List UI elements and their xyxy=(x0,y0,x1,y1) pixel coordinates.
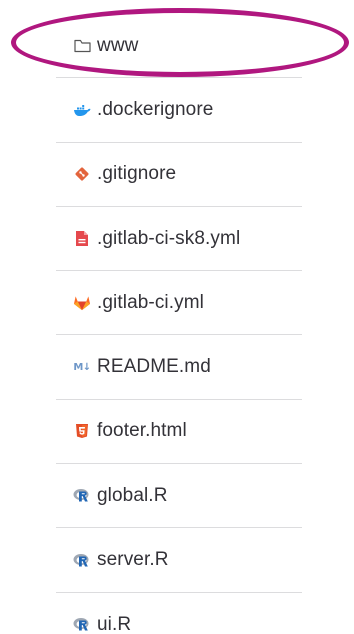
file-row-ui-r[interactable]: ui.R xyxy=(56,593,302,634)
file-row-gitlab-ci[interactable]: .gitlab-ci.yml xyxy=(56,271,302,336)
git-icon xyxy=(73,165,91,183)
file-name: README.md xyxy=(97,356,211,378)
docker-icon xyxy=(73,101,91,119)
file-row-footer-html[interactable]: footer.html xyxy=(56,400,302,465)
file-row-global-r[interactable]: global.R xyxy=(56,464,302,529)
markdown-icon: M↓ xyxy=(73,361,91,373)
file-name: www xyxy=(97,34,139,56)
gitlab-icon xyxy=(73,294,91,312)
file-name: .dockerignore xyxy=(97,98,214,120)
r-language-icon xyxy=(73,487,91,505)
file-row-dockerignore[interactable]: .dockerignore xyxy=(56,78,302,143)
r-language-icon xyxy=(73,616,91,634)
file-list: www .dockerignore .gitignore .gitlab-ci-… xyxy=(56,14,302,634)
file-row-gitlab-ci-sk8[interactable]: .gitlab-ci-sk8.yml xyxy=(56,207,302,272)
file-name: .gitlab-ci.yml xyxy=(97,291,204,313)
file-row-readme[interactable]: M↓ README.md xyxy=(56,335,302,400)
r-language-icon xyxy=(73,551,91,569)
file-row-gitignore[interactable]: .gitignore xyxy=(56,143,302,207)
file-name: server.R xyxy=(97,549,169,571)
html5-icon xyxy=(73,422,91,440)
file-name: ui.R xyxy=(97,613,132,634)
file-name: .gitlab-ci-sk8.yml xyxy=(97,227,241,249)
yaml-file-icon xyxy=(73,230,91,248)
file-name: .gitignore xyxy=(97,163,177,185)
file-name: footer.html xyxy=(97,420,187,442)
folder-icon xyxy=(73,37,91,55)
file-row-server-r[interactable]: server.R xyxy=(56,528,302,593)
file-row-www[interactable]: www xyxy=(56,14,302,79)
file-name: global.R xyxy=(97,484,168,506)
